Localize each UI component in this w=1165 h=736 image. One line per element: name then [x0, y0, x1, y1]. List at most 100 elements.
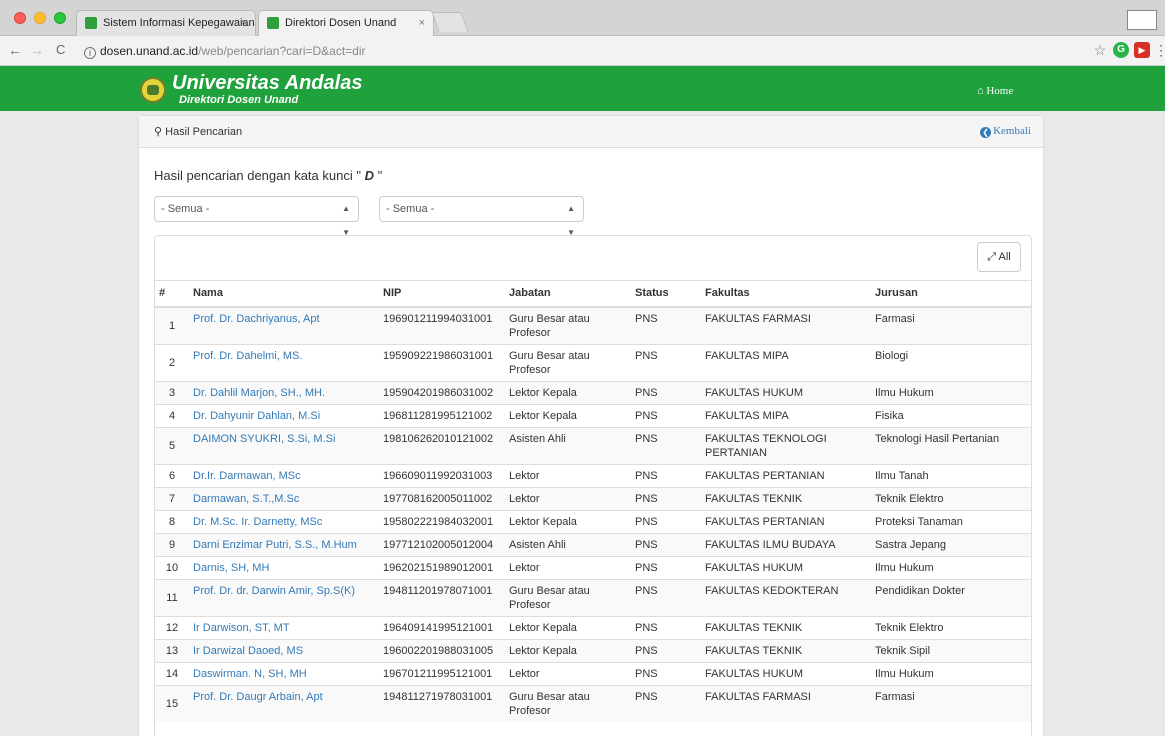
- lecturer-name-link[interactable]: Ir Darwizal Daoed, MS: [193, 645, 303, 657]
- lecturer-name-link[interactable]: Darmawan, S.T.,M.Sc: [193, 493, 299, 505]
- status-cell: PNS: [631, 578, 701, 616]
- jabatan-cell: Guru Besar atau Profesor: [505, 684, 631, 722]
- grammarly-extension-icon[interactable]: G: [1113, 42, 1129, 58]
- address-bar[interactable]: i dosen.unand.ac.id/web/pencarian?cari=D&…: [84, 40, 1079, 62]
- nip-cell: 196002201988031005: [379, 638, 505, 662]
- favicon-icon: [85, 17, 97, 29]
- home-link[interactable]: ⌂ Home: [977, 85, 1013, 97]
- lecturer-name-link[interactable]: Darni Enzimar Putri, S.S., M.Hum: [193, 539, 357, 551]
- url-host: dosen.unand.ac.id: [100, 44, 199, 58]
- search-results-panel: ⚲ Hasil Pencarian ❮ Kembali Hasil pencari…: [138, 115, 1044, 736]
- browser-tab-kepegawaian[interactable]: Sistem Informasi Kepegawaian ×: [76, 10, 256, 36]
- profile-button[interactable]: [1127, 10, 1157, 30]
- jabatan-cell: Lektor Kepala: [505, 638, 631, 662]
- maximize-window-icon[interactable]: [54, 12, 66, 24]
- browser-toolbar: ← → C i dosen.unand.ac.id/web/pencarian?c…: [0, 36, 1165, 66]
- jurusan-cell: Teknik Sipil: [871, 638, 1031, 662]
- select-value: - Semua -: [386, 203, 435, 215]
- arrow-left-circle-icon: ❮: [980, 127, 992, 138]
- name-cell: DAIMON SYUKRI, S.Si, M.Si: [189, 426, 379, 464]
- jabatan-cell: Guru Besar atau Profesor: [505, 306, 631, 344]
- status-cell: PNS: [631, 426, 701, 464]
- expand-icon: ⤢: [987, 251, 997, 263]
- reload-icon[interactable]: C: [56, 42, 65, 58]
- fakultas-filter-select[interactable]: - Semua - ▲ ▼: [154, 196, 359, 237]
- play-extension-icon[interactable]: ▶: [1134, 42, 1150, 58]
- select-value: - Semua -: [161, 203, 210, 215]
- status-cell: PNS: [631, 380, 701, 404]
- star-icon[interactable]: ☆: [1092, 42, 1108, 58]
- search-heading: Hasil pencarian dengan kata kunci " D ": [154, 168, 382, 183]
- row-number: 5: [155, 426, 189, 464]
- forward-icon[interactable]: →: [30, 42, 44, 58]
- jabatan-cell: Asisten Ahli: [505, 532, 631, 556]
- lecturer-name-link[interactable]: Dr.Ir. Darmawan, MSc: [193, 470, 301, 482]
- search-icon: ⚲: [154, 126, 163, 138]
- lecturer-name-link[interactable]: Dr. Dahyunir Dahlan, M.Si: [193, 410, 320, 422]
- row-number: 8: [155, 509, 189, 533]
- all-label: All: [998, 251, 1011, 263]
- table-row: 3 Dr. Dahlil Marjon, SH., MH. 195904201986…: [155, 380, 1031, 404]
- url-path: /web/pencarian?cari=D&act=dir: [198, 44, 366, 58]
- info-icon[interactable]: i: [84, 47, 96, 59]
- table-row: 8 Dr. M.Sc. Ir. Darnetty, MSc 195802221984…: [155, 509, 1031, 533]
- university-logo[interactable]: [140, 77, 166, 103]
- back-icon[interactable]: ←: [8, 42, 22, 58]
- status-cell: PNS: [631, 615, 701, 639]
- lecturer-name-link[interactable]: Prof. Dr. Daugr Arbain, Apt: [193, 691, 323, 703]
- close-window-icon[interactable]: [14, 12, 26, 24]
- lecturer-name-link[interactable]: Prof. Dr. dr. Darwin Amir, Sp.S(K): [193, 585, 355, 597]
- status-cell: PNS: [631, 555, 701, 579]
- nip-cell: 194811201978071001: [379, 578, 505, 616]
- tab-close-icon[interactable]: ×: [241, 11, 247, 35]
- site-title[interactable]: Universitas Andalas: [172, 72, 362, 94]
- new-tab-button[interactable]: [431, 12, 469, 32]
- table-row: 9 Darni Enzimar Putri, S.S., M.Hum 1977121…: [155, 532, 1031, 556]
- col-jabatan-header: Jabatan: [505, 280, 631, 308]
- lecturer-name-link[interactable]: Daswirman. N, SH, MH: [193, 668, 307, 680]
- jurusan-cell: Biologi: [871, 343, 1031, 381]
- lecturer-name-link[interactable]: Ir Darwison, ST, MT: [193, 622, 290, 634]
- jurusan-cell: Sastra Jepang: [871, 532, 1031, 556]
- status-cell: PNS: [631, 486, 701, 510]
- lecturer-name-link[interactable]: Darnis, SH, MH: [193, 562, 269, 574]
- fakultas-cell: FAKULTAS MIPA: [701, 343, 871, 381]
- lecturer-name-link[interactable]: Dr. M.Sc. Ir. Darnetty, MSc: [193, 516, 322, 528]
- status-cell: PNS: [631, 403, 701, 427]
- col-nama-header: Nama: [189, 280, 379, 308]
- minimize-window-icon[interactable]: [34, 12, 46, 24]
- jurusan-filter-select[interactable]: - Semua - ▲ ▼: [379, 196, 584, 237]
- jabatan-cell: Lektor Kepala: [505, 615, 631, 639]
- back-link[interactable]: ❮ Kembali: [980, 125, 1031, 138]
- fakultas-cell: FAKULTAS TEKNOLOGI PERTANIAN: [701, 426, 871, 464]
- row-number: 13: [155, 638, 189, 662]
- jurusan-cell: Ilmu Hukum: [871, 661, 1031, 685]
- jabatan-cell: Asisten Ahli: [505, 426, 631, 464]
- table-row: 11 Prof. Dr. dr. Darwin Amir, Sp.S(K) 1948…: [155, 578, 1031, 616]
- lecturer-name-link[interactable]: Dr. Dahlil Marjon, SH., MH.: [193, 387, 325, 399]
- home-label: Home: [986, 85, 1014, 97]
- fakultas-cell: FAKULTAS TEKNIK: [701, 615, 871, 639]
- nip-cell: 198106262010121002: [379, 426, 505, 464]
- status-cell: PNS: [631, 343, 701, 381]
- expand-all-button[interactable]: ⤢ All: [977, 242, 1021, 272]
- site-header: Universitas Andalas Direktori Dosen Unan…: [0, 66, 1165, 111]
- lecturer-name-link[interactable]: Prof. Dr. Dahelmi, MS.: [193, 350, 302, 362]
- name-cell: Dr. Dahlil Marjon, SH., MH.: [189, 380, 379, 404]
- nip-cell: 196609011992031003: [379, 463, 505, 487]
- jurusan-cell: Ilmu Hukum: [871, 555, 1031, 579]
- menu-icon[interactable]: ⋮: [1154, 42, 1165, 58]
- back-label: Kembali: [993, 125, 1031, 137]
- table-header-row: # Nama NIP Jabatan Status Fakultas Jurusan: [155, 280, 1031, 308]
- row-number: 6: [155, 463, 189, 487]
- search-prefix: Hasil pencarian dengan kata kunci ": [154, 168, 365, 183]
- lecturer-name-link[interactable]: Prof. Dr. Dachriyanus, Apt: [193, 313, 320, 325]
- browser-tab-direktori[interactable]: Direktori Dosen Unand ×: [258, 10, 434, 36]
- jabatan-cell: Lektor Kepala: [505, 380, 631, 404]
- fakultas-cell: FAKULTAS TEKNIK: [701, 486, 871, 510]
- lecturer-name-link[interactable]: DAIMON SYUKRI, S.Si, M.Si: [193, 433, 335, 445]
- search-keyword: D: [364, 168, 374, 183]
- jurusan-cell: Pendidikan Dokter: [871, 578, 1031, 616]
- jurusan-cell: Teknik Elektro: [871, 615, 1031, 639]
- tab-close-icon[interactable]: ×: [419, 11, 425, 35]
